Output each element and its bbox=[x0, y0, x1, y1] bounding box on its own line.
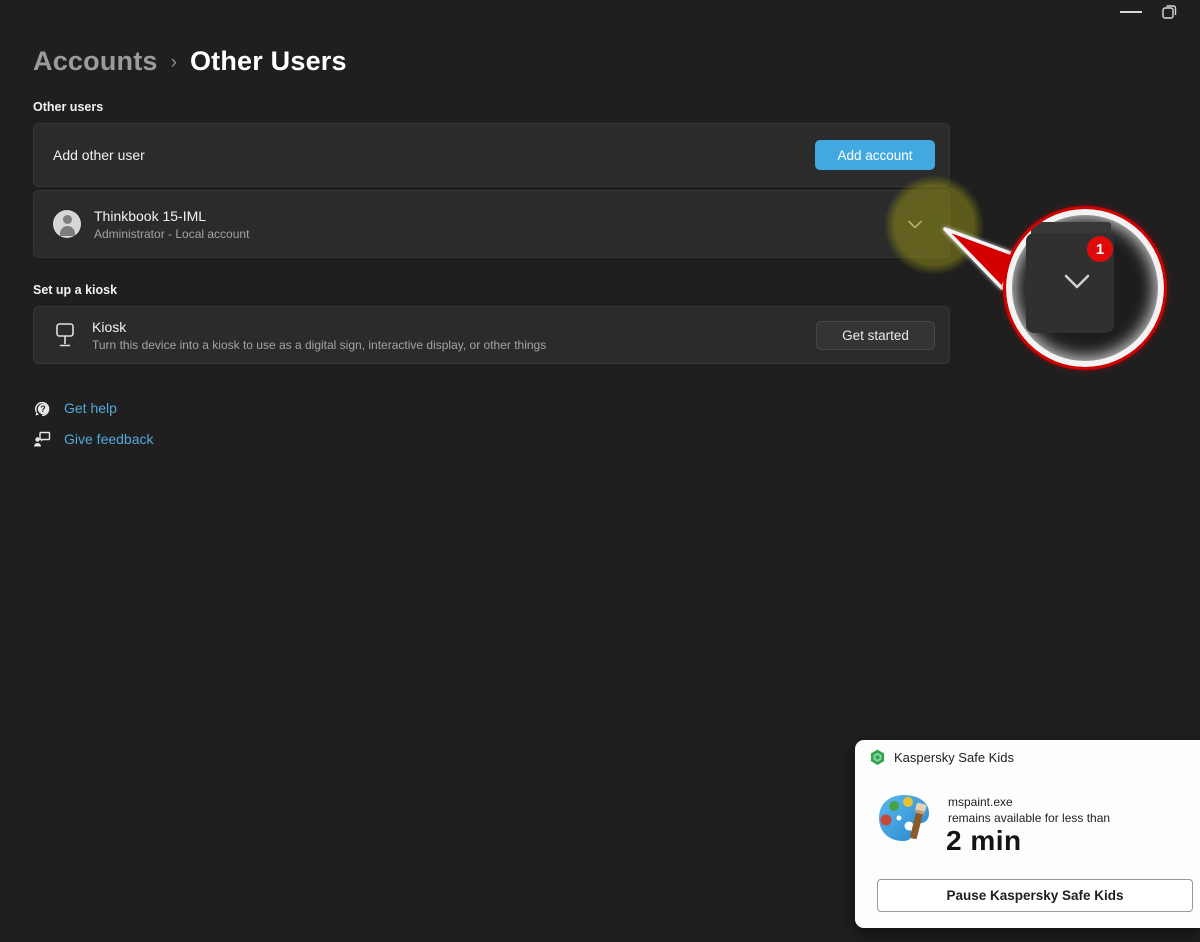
kiosk-description: Turn this device into a kiosk to use as … bbox=[92, 337, 547, 352]
get-help-link[interactable]: ? Get help bbox=[33, 399, 117, 417]
minimize-icon[interactable] bbox=[1120, 11, 1142, 13]
kiosk-icon bbox=[56, 323, 74, 347]
kaspersky-notification: Kaspersky Safe Kids mspaint.exe remains … bbox=[855, 740, 1200, 928]
mspaint-icon bbox=[879, 795, 929, 841]
get-help-label: Get help bbox=[64, 400, 117, 416]
give-feedback-label: Give feedback bbox=[64, 431, 154, 447]
kiosk-title: Kiosk bbox=[92, 318, 127, 335]
notification-time-remaining: 2 min bbox=[946, 825, 1022, 856]
notification-process-name: mspaint.exe bbox=[948, 795, 1013, 809]
pause-kaspersky-button[interactable]: Pause Kaspersky Safe Kids bbox=[877, 879, 1193, 912]
magnifier-callout-circle: 1 bbox=[1003, 206, 1167, 370]
feedback-icon bbox=[34, 431, 51, 447]
breadcrumb-accounts[interactable]: Accounts bbox=[33, 46, 158, 77]
user-description: Administrator - Local account bbox=[94, 226, 250, 241]
user-name: Thinkbook 15-IML bbox=[94, 207, 207, 224]
expand-user-button[interactable] bbox=[895, 207, 935, 241]
step-1-badge: 1 bbox=[1087, 236, 1113, 262]
breadcrumb: Accounts › Other Users bbox=[33, 46, 347, 77]
restore-window-icon[interactable] bbox=[1161, 3, 1178, 20]
page-title: Other Users bbox=[189, 46, 347, 76]
magnified-chevron-down-icon bbox=[1064, 274, 1090, 289]
help-icon: ? bbox=[35, 401, 50, 417]
add-other-user-label: Add other user bbox=[53, 147, 145, 163]
kiosk-section-label: Set up a kiosk bbox=[33, 283, 118, 297]
chevron-down-icon bbox=[908, 220, 922, 228]
notification-app-name: Kaspersky Safe Kids bbox=[894, 750, 1014, 765]
kiosk-row: Kiosk Turn this device into a kiosk to u… bbox=[33, 306, 950, 364]
notification-message: remains available for less than bbox=[948, 811, 1111, 825]
svg-text:?: ? bbox=[40, 404, 46, 414]
user-account-row[interactable]: Thinkbook 15-IML Administrator - Local a… bbox=[33, 190, 950, 258]
add-account-button[interactable]: Add account bbox=[815, 140, 935, 170]
give-feedback-link[interactable]: Give feedback bbox=[33, 430, 154, 448]
kaspersky-icon bbox=[870, 749, 885, 765]
add-other-user-row: Add other user Add account bbox=[33, 123, 950, 187]
user-avatar bbox=[53, 210, 81, 238]
breadcrumb-chevron-icon: › bbox=[170, 51, 177, 73]
get-started-button[interactable]: Get started bbox=[816, 320, 935, 350]
settings-window: Accounts › Other Users Other users Add o… bbox=[0, 0, 1200, 942]
other-users-section-label: Other users bbox=[33, 100, 104, 114]
